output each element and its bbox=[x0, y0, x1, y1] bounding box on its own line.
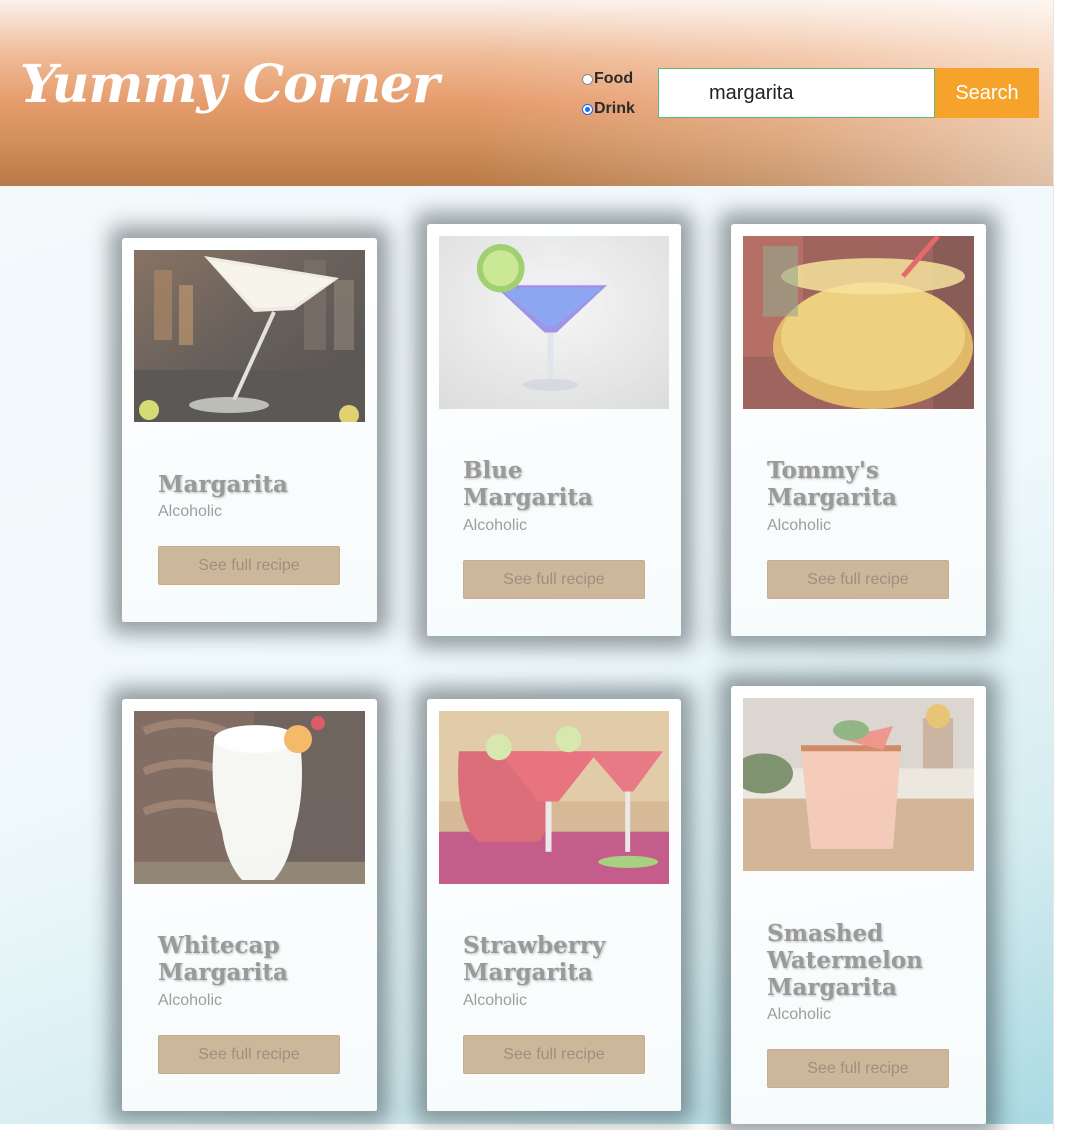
recipe-card: Blue Margarita Alcoholic See full recipe bbox=[427, 224, 681, 636]
tommys-margarita-photo bbox=[743, 236, 974, 409]
see-full-recipe-button[interactable]: See full recipe bbox=[463, 1035, 645, 1074]
recipe-image bbox=[439, 711, 669, 884]
food-radio[interactable] bbox=[582, 73, 593, 85]
drink-option[interactable]: Drink bbox=[582, 97, 635, 121]
search-input[interactable] bbox=[658, 68, 935, 118]
blue-margarita-photo bbox=[439, 236, 669, 409]
recipe-title: Blue Margarita bbox=[463, 457, 593, 511]
margarita-glass-photo bbox=[134, 250, 365, 422]
search-type-options: Food Drink bbox=[582, 67, 635, 127]
see-full-recipe-button[interactable]: See full recipe bbox=[158, 1035, 340, 1074]
recipe-card: Smashed Watermelon Margarita Alcoholic S… bbox=[731, 686, 986, 1124]
recipe-card: Whitecap Margarita Alcoholic See full re… bbox=[122, 699, 377, 1111]
recipe-image bbox=[743, 698, 974, 871]
recipe-card: Tommy's Margarita Alcoholic See full rec… bbox=[731, 224, 986, 636]
see-full-recipe-button[interactable]: See full recipe bbox=[158, 546, 340, 585]
smashed-watermelon-margarita-photo bbox=[743, 698, 974, 871]
see-full-recipe-button[interactable]: See full recipe bbox=[463, 560, 645, 599]
recipe-category: Alcoholic bbox=[158, 992, 223, 1009]
recipe-card: Strawberry Margarita Alcoholic See full … bbox=[427, 699, 681, 1111]
site-logo[interactable]: Yummy Corner bbox=[20, 54, 440, 115]
recipe-category: Alcoholic bbox=[463, 517, 528, 534]
strawberry-margarita-photo bbox=[439, 711, 669, 884]
whitecap-margarita-photo bbox=[134, 711, 365, 884]
see-full-recipe-button[interactable]: See full recipe bbox=[767, 560, 949, 599]
recipe-category: Alcoholic bbox=[158, 503, 223, 520]
recipe-title: Strawberry Margarita bbox=[463, 932, 606, 986]
site-header: Yummy Corner Food Drink Search bbox=[0, 0, 1053, 186]
recipe-category: Alcoholic bbox=[767, 1006, 832, 1023]
recipe-card: Margarita Alcoholic See full recipe bbox=[122, 238, 377, 622]
see-full-recipe-button[interactable]: See full recipe bbox=[767, 1049, 949, 1088]
recipe-image bbox=[134, 250, 365, 422]
recipe-title: Margarita bbox=[158, 471, 288, 498]
drink-radio[interactable] bbox=[582, 103, 593, 115]
recipe-category: Alcoholic bbox=[463, 992, 528, 1009]
recipe-category: Alcoholic bbox=[767, 517, 832, 534]
scrollbar-track[interactable] bbox=[1053, 0, 1068, 1130]
drink-option-label[interactable]: Drink bbox=[594, 100, 635, 118]
recipe-image bbox=[134, 711, 365, 884]
page-bottom-edge bbox=[0, 1124, 1053, 1130]
food-option[interactable]: Food bbox=[582, 67, 635, 91]
recipe-title: Whitecap Margarita bbox=[158, 932, 288, 986]
recipe-image bbox=[439, 236, 669, 409]
food-option-label[interactable]: Food bbox=[594, 70, 633, 88]
search-button[interactable]: Search bbox=[935, 68, 1039, 118]
recipe-title: Smashed Watermelon Margarita bbox=[767, 920, 923, 1001]
recipe-title: Tommy's Margarita bbox=[767, 457, 897, 511]
recipe-image bbox=[743, 236, 974, 409]
